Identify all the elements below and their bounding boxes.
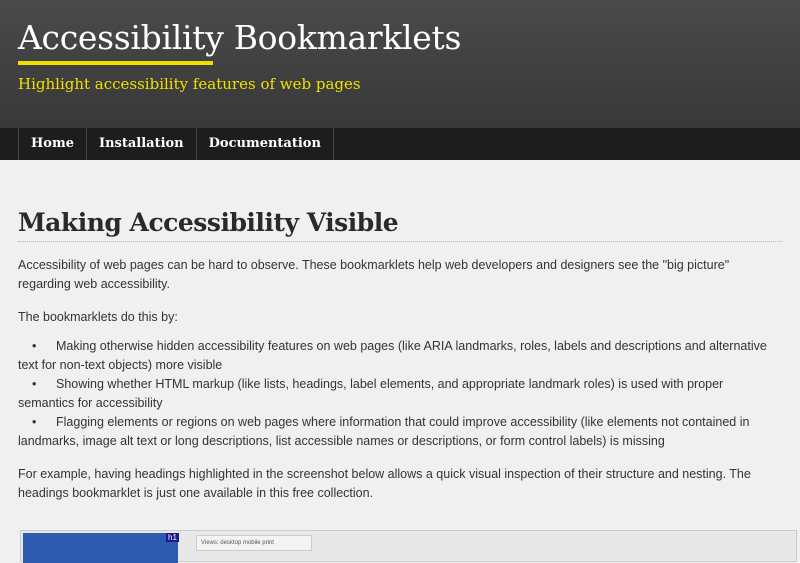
site-banner: Accessibility Bookmarklets Highlight acc…: [0, 0, 800, 128]
nav-installation[interactable]: Installation: [85, 128, 196, 160]
feature-list: • Making otherwise hidden accessibility f…: [18, 337, 782, 451]
main-nav: Home Installation Documentation: [0, 128, 800, 160]
list-item: • Showing whether HTML markup (like lists…: [18, 375, 782, 413]
title-underline: [18, 61, 213, 65]
views-bar: Views: desktop mobile print: [196, 535, 312, 551]
list-item: • Making otherwise hidden accessibility f…: [18, 337, 782, 375]
lead-paragraph: The bookmarklets do this by:: [18, 310, 178, 324]
site-tagline: Highlight accessibility features of web …: [18, 75, 361, 93]
bullet-icon: •: [32, 415, 37, 429]
bullet-icon: •: [32, 377, 37, 391]
example-screenshot: h1 Views: desktop mobile print: [20, 530, 797, 563]
site-title[interactable]: Accessibility Bookmarklets: [18, 18, 461, 57]
heading-badge: h1: [166, 533, 179, 542]
list-item-text: Showing whether HTML markup (like lists,…: [18, 377, 724, 410]
list-item-text: Flagging elements or regions on web page…: [18, 415, 750, 448]
list-item: • Flagging elements or regions on web pag…: [18, 413, 782, 451]
nav-documentation[interactable]: Documentation: [195, 128, 334, 160]
main-content: Making Accessibility Visible Accessibili…: [0, 208, 800, 503]
list-item-text: Making otherwise hidden accessibility fe…: [18, 339, 767, 372]
nav-home[interactable]: Home: [18, 128, 86, 160]
intro-paragraph: Accessibility of web pages can be hard t…: [18, 258, 730, 291]
page-heading: Making Accessibility Visible: [18, 208, 782, 242]
screenshot-logo-area: [23, 533, 178, 563]
bullet-icon: •: [32, 339, 37, 353]
example-paragraph: For example, having headings highlighted…: [18, 467, 751, 500]
